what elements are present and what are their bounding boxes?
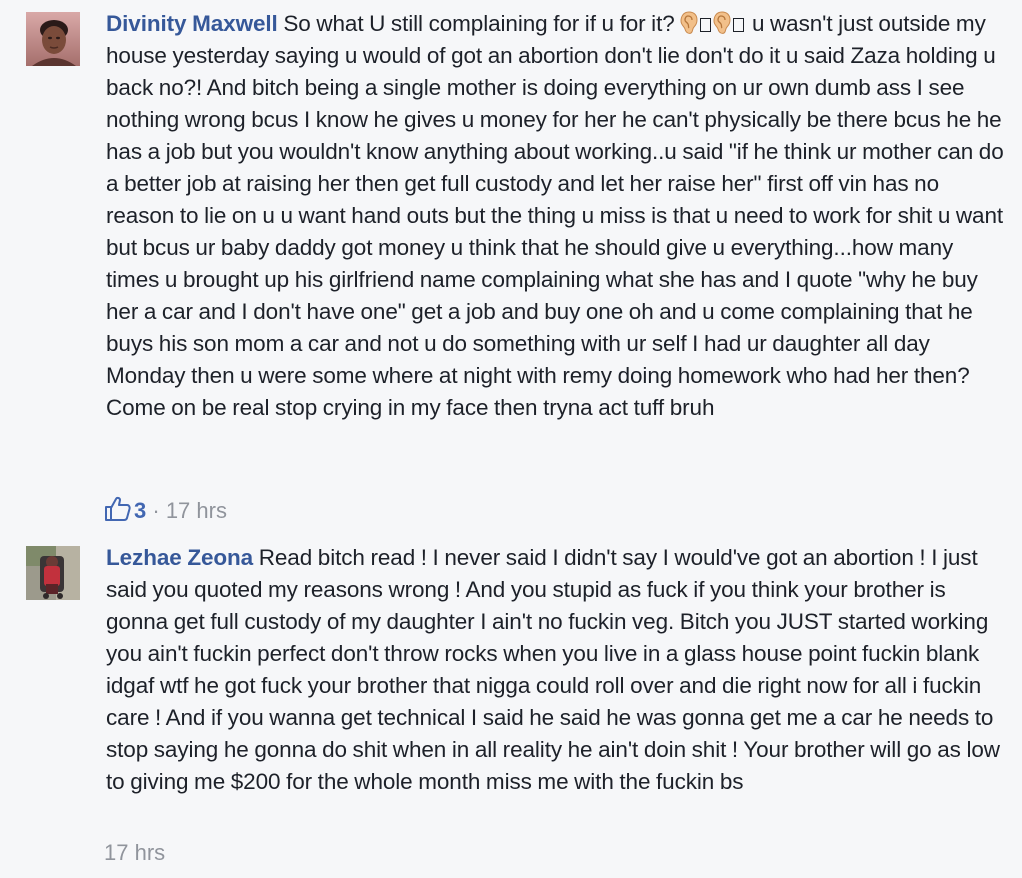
comment-text-rest: u wasn't just outside my house yesterday… [106, 11, 1004, 420]
ear-icon [680, 11, 698, 35]
comment-author[interactable]: Divinity Maxwell [106, 11, 278, 36]
avatar[interactable] [26, 12, 80, 66]
missing-glyph-icon [733, 18, 745, 32]
comment-text-start: So what U still complaining for if u for… [283, 11, 675, 36]
profile-photo [26, 546, 80, 600]
ear-icon [713, 11, 731, 35]
comment-text: Read bitch read ! I never said I didn't … [106, 545, 1000, 794]
comment-meta: 3 · 17 hrs [104, 496, 227, 526]
comment-body: Lezhae Zeona Read bitch read ! I never s… [106, 542, 1006, 798]
comment-meta: 17 hrs [104, 838, 165, 868]
comment-timestamp[interactable]: 17 hrs [104, 840, 165, 865]
comment-thread: Divinity Maxwell So what U still complai… [0, 0, 1022, 878]
comment-author[interactable]: Lezhae Zeona [106, 545, 253, 570]
thumbs-up-icon[interactable] [104, 496, 132, 522]
meta-separator: · [146, 498, 166, 523]
like-count[interactable]: 3 [134, 498, 146, 523]
avatar[interactable] [26, 546, 80, 600]
profile-photo [26, 12, 80, 66]
missing-glyph-icon [700, 18, 712, 32]
comment-body: Divinity Maxwell So what U still complai… [106, 8, 1006, 424]
comment-timestamp[interactable]: 17 hrs [166, 498, 227, 523]
